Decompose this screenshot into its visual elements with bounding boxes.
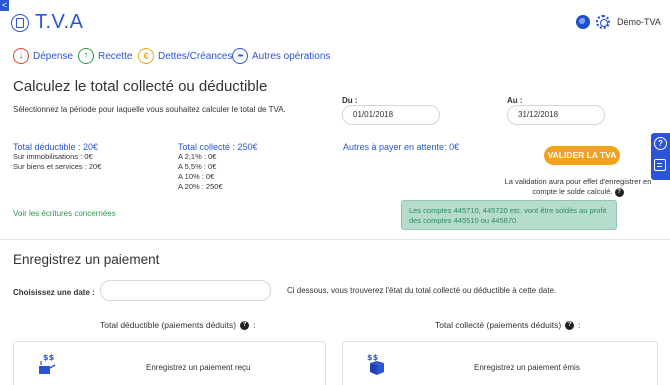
arrow-up-icon: ↑	[78, 48, 94, 64]
deductible-summary: Total déductible : 20€ Sur immobilisatio…	[13, 142, 101, 172]
valider-note: La validation aura pour effet d'enregist…	[498, 177, 658, 197]
payment-date-input[interactable]	[100, 280, 271, 301]
deductible-line: Sur biens et services : 20€	[13, 162, 102, 171]
au-date-input[interactable]: 31/12/2018	[507, 105, 605, 125]
collecte-line: A 10% : 0€	[178, 172, 215, 181]
archive-icon[interactable]	[654, 159, 666, 171]
nav-autres-label: Autres opérations	[252, 50, 331, 62]
nav-recette[interactable]: ↑ Recette	[78, 47, 132, 65]
nav-dettes[interactable]: € Dettes/Créances	[138, 47, 232, 65]
col-collecte-label: Total collecté (paiements déduits)	[435, 320, 562, 330]
nav-depense-label: Dépense	[33, 50, 74, 62]
tva-logo-icon	[11, 14, 29, 32]
du-label: Du :	[342, 96, 358, 105]
money-hand-icon: $$	[39, 353, 56, 374]
nav-recette-label: Recette	[98, 50, 133, 62]
help-icon[interactable]: ?	[240, 320, 250, 330]
collecte-line: A 2,1% : 0€	[178, 152, 217, 161]
nav-autres[interactable]: ••• Autres opérations	[232, 47, 330, 65]
valider-note-text: La validation aura pour effet d'enregist…	[504, 177, 652, 196]
valider-tva-button[interactable]: VALIDER LA TVA	[544, 146, 620, 165]
arrow-down-icon: ↓	[13, 48, 29, 64]
card-paiement-emis[interactable]: $$ Enregistrez un paiement émis	[342, 341, 658, 385]
deductible-total: Total déductible : 20€	[13, 142, 99, 152]
col-deductible-title: Total déductible (paiements déduits) ? :	[100, 320, 255, 330]
col-collecte-title: Total collecté (paiements déduits) ? :	[435, 320, 581, 330]
svg-text:$$: $$	[43, 353, 55, 362]
attente-total: Autres à payer en attente: 0€	[343, 142, 460, 152]
globe-icon[interactable]	[576, 15, 590, 29]
info-alert: Les comptes 445710, 445720 etc. vont êtr…	[401, 200, 617, 230]
help-icon[interactable]: ?	[565, 320, 575, 330]
calc-description: Sélectionnez la période pour laquelle vo…	[13, 105, 286, 114]
collecte-line: A 5,5% : 0€	[178, 162, 217, 171]
card-recu-label: Enregistrez un paiement reçu	[146, 363, 251, 372]
euro-icon: €	[138, 48, 154, 64]
calc-title: Calculez le total collecté ou déductible	[13, 78, 268, 95]
nav-dettes-label: Dettes/Créances	[158, 50, 233, 62]
collecte-summary: Total collecté : 250€ A 2,1% : 0€ A 5,5%…	[178, 142, 258, 192]
colon: :	[253, 320, 256, 330]
page-title: T.V.A	[35, 11, 84, 33]
col-deductible-label: Total déductible (paiements déduits)	[100, 320, 237, 330]
section-divider	[0, 239, 670, 240]
colon: :	[578, 320, 581, 330]
collecte-line: A 20% : 250€	[178, 182, 223, 191]
more-icon: •••	[232, 48, 248, 64]
user-name[interactable]: Démo-TVA	[617, 17, 661, 27]
svg-text:$$: $$	[367, 353, 379, 362]
voir-ecritures-link[interactable]: Voir les écritures concernées	[13, 209, 116, 218]
nav-depense[interactable]: ↓ Dépense	[13, 47, 73, 65]
du-date-input[interactable]: 01/01/2018	[342, 105, 440, 125]
collecte-total: Total collecté : 250€	[178, 142, 258, 152]
money-box-icon: $$	[367, 353, 384, 375]
payment-info: Ci dessous, vous trouverez l'état du tot…	[287, 286, 557, 295]
back-arrow-icon[interactable]: <	[0, 0, 9, 11]
gear-icon[interactable]	[596, 15, 610, 29]
au-label: Au :	[507, 96, 523, 105]
card-paiement-recu[interactable]: $$ Enregistrez un paiement reçu	[13, 341, 326, 385]
payment-title: Enregistrez un paiement	[13, 252, 160, 267]
question-icon[interactable]: ?	[654, 137, 667, 150]
deductible-line: Sur immobilisations : 0€	[13, 152, 93, 161]
choose-date-label: Choisissez une date :	[13, 288, 95, 297]
help-icon[interactable]: ?	[614, 187, 624, 197]
card-emis-label: Enregistrez un paiement émis	[474, 363, 580, 372]
